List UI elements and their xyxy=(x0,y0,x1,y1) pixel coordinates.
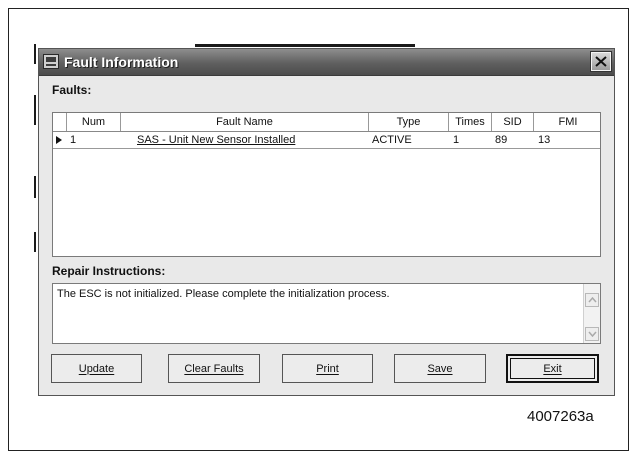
fault-information-dialog: Fault Information Faults: Num Fault Name… xyxy=(38,48,615,396)
title-bar[interactable]: Fault Information xyxy=(39,49,614,76)
row-pointer-icon xyxy=(56,136,62,144)
figure-caption: 4007263a xyxy=(527,408,594,425)
column-header-type[interactable]: Type xyxy=(369,113,449,131)
scroll-up-button[interactable] xyxy=(585,293,599,307)
cell-fault-name-link[interactable]: SAS - Unit New Sensor Installed xyxy=(137,132,295,148)
cell-times: 1 xyxy=(453,134,460,146)
column-header-fmi[interactable]: FMI xyxy=(534,113,602,131)
save-button[interactable]: Save xyxy=(394,354,486,383)
scroll-down-button[interactable] xyxy=(585,327,599,341)
cell-sid: 89 xyxy=(495,134,508,146)
arrow-up-icon xyxy=(588,297,597,303)
table-row[interactable]: 1 SAS - Unit New Sensor Installed ACTIVE… xyxy=(53,132,600,149)
arrow-down-icon xyxy=(588,331,597,337)
vertical-scrollbar[interactable] xyxy=(583,284,600,343)
column-header-num[interactable]: Num xyxy=(67,113,121,131)
background-window-edge xyxy=(34,95,36,125)
app-icon xyxy=(43,54,59,69)
repair-instructions-text: The ESC is not initialized. Please compl… xyxy=(57,288,390,300)
repair-instructions-label: Repair Instructions: xyxy=(52,264,166,278)
close-button[interactable] xyxy=(590,51,612,72)
cell-fmi: 13 xyxy=(538,134,551,146)
background-window-edge xyxy=(195,44,415,47)
exit-button[interactable]: Exit xyxy=(506,354,599,383)
clear-faults-button[interactable]: Clear Faults xyxy=(168,354,260,383)
background-window-edge xyxy=(34,44,36,64)
faults-table[interactable]: Num Fault Name Type Times SID FMI 1 SAS … xyxy=(52,112,601,257)
close-icon xyxy=(595,56,607,67)
background-window-edge xyxy=(34,176,36,198)
cell-type: ACTIVE xyxy=(372,134,412,146)
cell-num: 1 xyxy=(70,134,77,146)
column-header-sid[interactable]: SID xyxy=(492,113,534,131)
background-window-edge xyxy=(34,232,36,252)
window-title: Fault Information xyxy=(64,54,179,70)
repair-instructions-box[interactable]: The ESC is not initialized. Please compl… xyxy=(52,283,601,344)
column-header-times[interactable]: Times xyxy=(449,113,492,131)
column-header-fault-name[interactable]: Fault Name xyxy=(121,113,369,131)
faults-label: Faults: xyxy=(52,83,92,97)
update-button[interactable]: Update xyxy=(51,354,142,383)
table-header: Num Fault Name Type Times SID FMI xyxy=(53,113,600,132)
row-selector-header xyxy=(53,113,67,131)
print-button[interactable]: Print xyxy=(282,354,373,383)
